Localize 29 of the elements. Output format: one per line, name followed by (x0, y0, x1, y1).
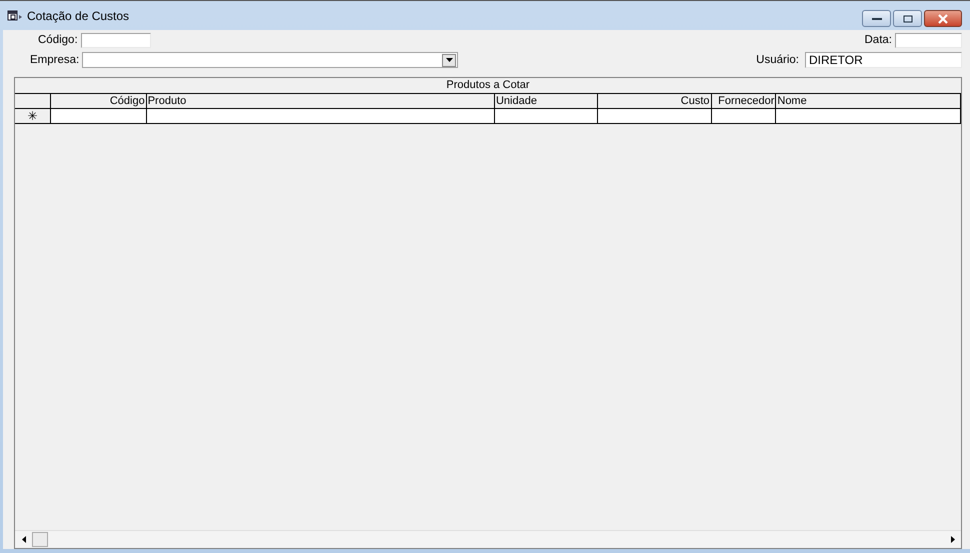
data-label: Data: (864, 34, 892, 46)
grid-title: Produtos a Cotar (15, 78, 961, 94)
empresa-dropdown[interactable] (82, 52, 458, 68)
app-icon (7, 10, 23, 22)
scroll-left-icon[interactable] (22, 536, 26, 543)
column-header[interactable]: Código (50, 94, 147, 108)
column-header[interactable]: Unidade (494, 94, 598, 108)
column-header[interactable]: Custo (598, 94, 712, 108)
empresa-label: Empresa: (30, 54, 80, 66)
close-button[interactable] (924, 10, 962, 27)
close-icon (937, 14, 949, 24)
column-header[interactable]: Produto (146, 94, 495, 108)
column-header[interactable]: Fornecedor (712, 94, 776, 108)
data-field[interactable] (895, 32, 962, 48)
scroll-right-icon[interactable] (950, 536, 954, 543)
scroll-thumb[interactable] (32, 532, 48, 547)
minimize-button[interactable] (862, 10, 891, 27)
codigo-field[interactable] (80, 32, 151, 48)
horizontal-scrollbar[interactable] (15, 530, 961, 548)
maximize-button[interactable] (893, 10, 922, 27)
column-header[interactable]: Nome (776, 94, 961, 108)
dropdown-arrow-icon (446, 58, 453, 62)
new-row-marker: ✳ (15, 109, 51, 123)
codigo-label: Código: (38, 34, 78, 46)
window-title: Cotação de Custos (27, 8, 130, 22)
maximize-icon (902, 14, 912, 22)
minimize-icon (872, 16, 882, 20)
usuario-field[interactable]: DIRETOR (805, 52, 962, 68)
usuario-label: Usuário: (756, 54, 799, 66)
